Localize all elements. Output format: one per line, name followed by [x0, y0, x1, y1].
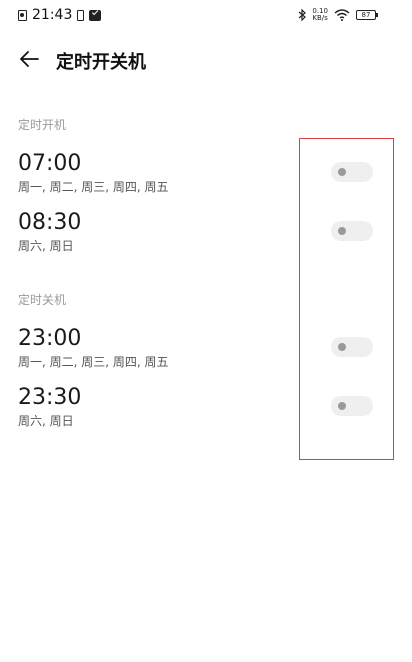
back-button[interactable]	[18, 47, 42, 71]
status-time: 21:43	[32, 7, 73, 23]
section-label-power-on: 定时开机	[18, 118, 67, 132]
battery-level: 87	[361, 11, 371, 19]
network-speed-unit: KB/s	[312, 14, 328, 22]
sd-card-icon	[18, 9, 27, 21]
highlight-box	[299, 138, 394, 460]
status-bar-left: 21:43	[18, 7, 102, 23]
back-arrow-icon	[20, 51, 39, 67]
wifi-icon	[334, 9, 350, 21]
bluetooth-icon	[299, 9, 307, 21]
phone-icon	[77, 9, 85, 21]
section-label-power-off: 定时关机	[18, 293, 67, 307]
status-bar: 21:43 0.10 KB/s 87	[0, 0, 412, 32]
message-icon	[89, 9, 102, 21]
battery-icon: 87	[356, 10, 378, 20]
status-bar-right: 0.10 KB/s 87	[298, 8, 378, 22]
network-speed: 0.10 KB/s	[312, 8, 328, 22]
page-title: 定时开关机	[56, 52, 146, 73]
page-header: 定时开关机	[0, 40, 412, 80]
